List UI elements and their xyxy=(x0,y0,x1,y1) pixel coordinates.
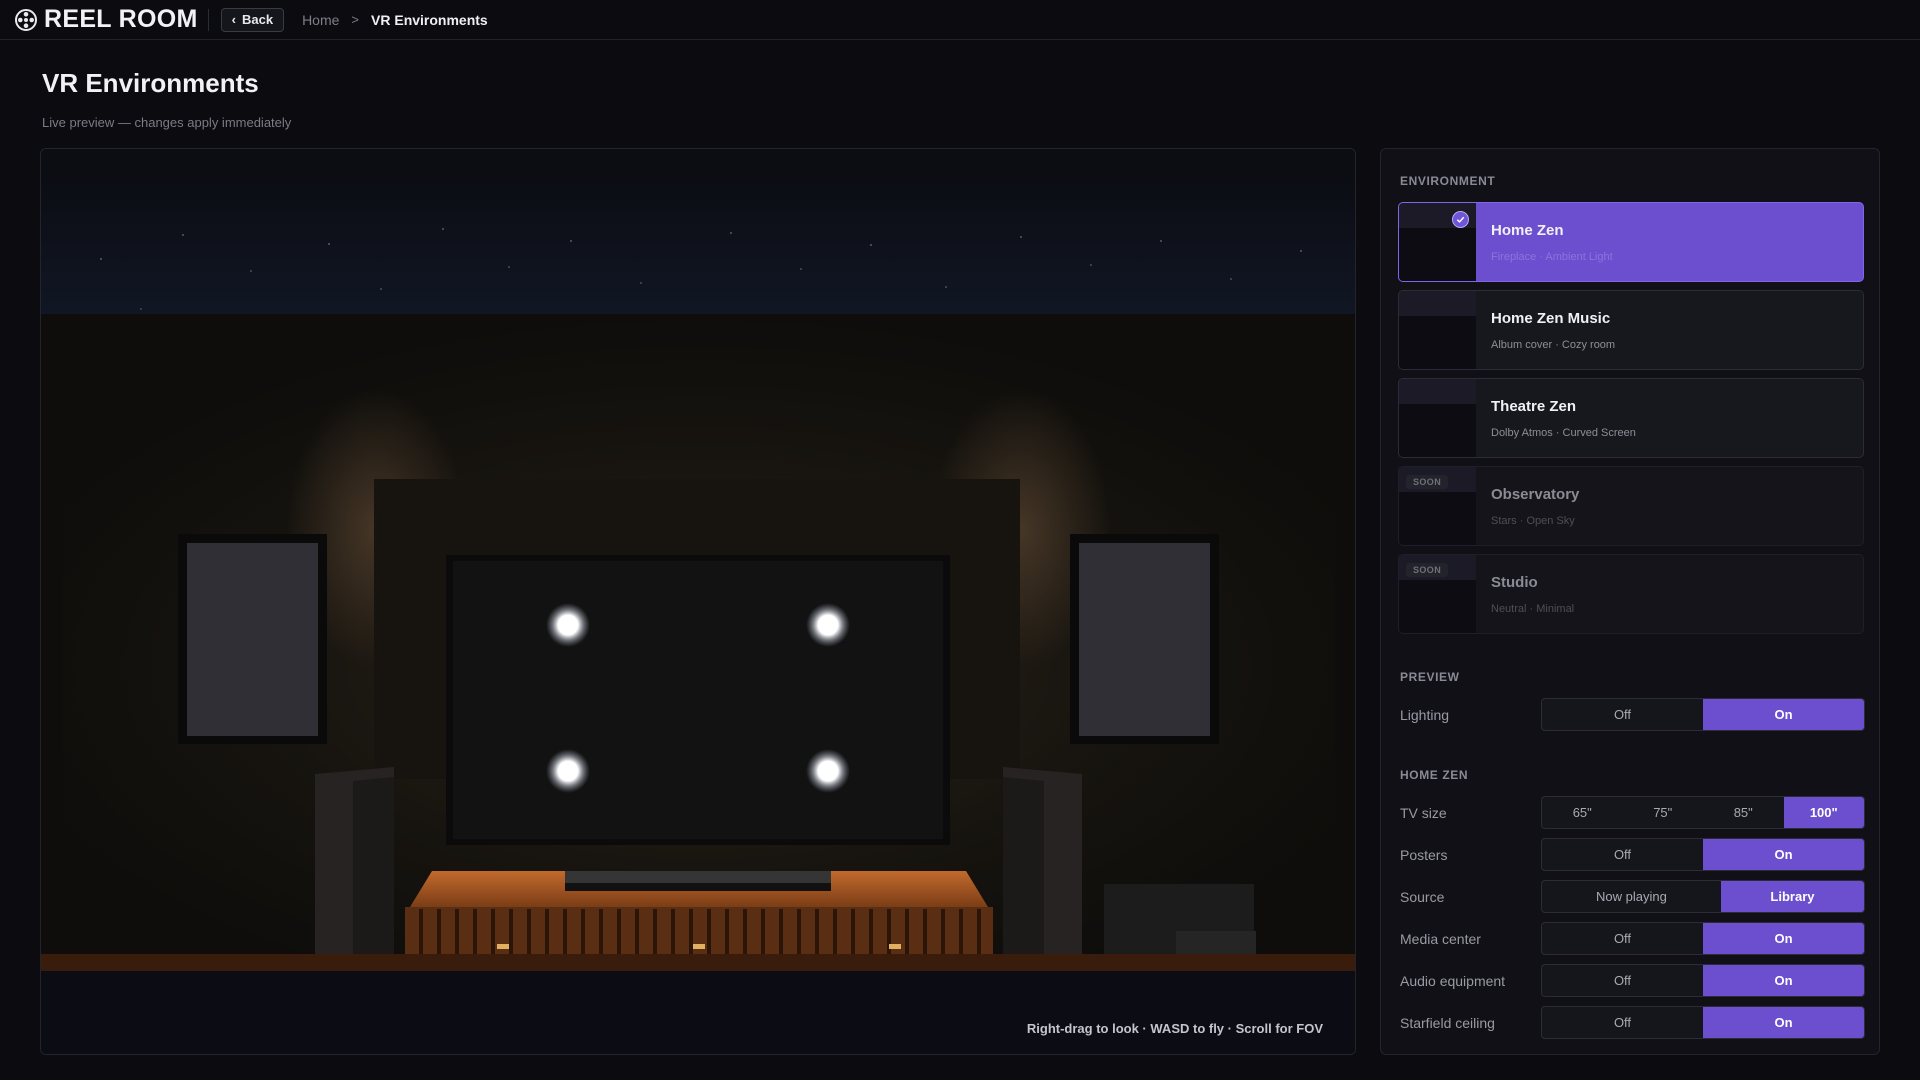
top-bar: REEL ROOM ‹ Back Home > VR Environments xyxy=(0,0,1920,40)
env-description: Dolby Atmos · Curved Screen xyxy=(1491,427,1636,439)
chevron-left-icon: ‹ xyxy=(231,12,236,27)
posters-label: Posters xyxy=(1400,847,1448,863)
env-name: Theatre Zen xyxy=(1491,398,1577,415)
starfield-ceiling-off-option[interactable]: Off xyxy=(1542,1007,1703,1038)
tv-size-selector: 65" 75" 85" 100" xyxy=(1541,796,1865,829)
audio-equipment-toggle: Off On xyxy=(1541,964,1865,997)
lighting-toggle: Off On xyxy=(1541,698,1865,731)
source-label: Source xyxy=(1400,889,1445,905)
media-center-on-option[interactable]: On xyxy=(1703,923,1864,954)
environment-section-label: ENVIRONMENT xyxy=(1400,174,1496,188)
starfield-ceiling-toggle: Off On xyxy=(1541,1006,1865,1039)
page-title: VR Environments xyxy=(42,68,259,98)
home-zen-section-label: HOME ZEN xyxy=(1400,768,1469,782)
env-card-home-zen[interactable]: Home Zen Fireplace · Ambient Light xyxy=(1398,202,1864,282)
env-card-observatory: SOON Observatory Stars · Open Sky xyxy=(1398,466,1864,546)
check-icon xyxy=(1452,211,1469,228)
audio-equipment-label: Audio equipment xyxy=(1400,973,1506,989)
env-name: Observatory xyxy=(1491,486,1580,503)
film-reel-icon xyxy=(15,8,37,31)
tv-size-75-option[interactable]: 75" xyxy=(1623,797,1704,828)
audio-equipment-on-option[interactable]: On xyxy=(1703,965,1864,996)
env-card-home-zen-music[interactable]: Home Zen Music Album cover · Cozy room xyxy=(1398,290,1864,370)
tv-size-65-option[interactable]: 65" xyxy=(1542,797,1623,828)
app-name: REEL ROOM xyxy=(44,5,198,33)
media-center-label: Media center xyxy=(1400,931,1481,947)
breadcrumb-home[interactable]: Home xyxy=(302,12,339,28)
posters-off-option[interactable]: Off xyxy=(1542,839,1703,870)
lighting-off-option[interactable]: Off xyxy=(1542,699,1703,730)
media-center-off-option[interactable]: Off xyxy=(1542,923,1703,954)
starfield-ceiling-on-option[interactable]: On xyxy=(1703,1007,1864,1038)
preview-section-label: PREVIEW xyxy=(1400,670,1460,684)
topbar-divider xyxy=(207,8,209,31)
source-toggle: Now playing Library xyxy=(1541,880,1865,913)
back-button-label: Back xyxy=(241,12,274,27)
env-description: Neutral · Minimal xyxy=(1491,603,1575,615)
env-name: Home Zen xyxy=(1491,222,1564,239)
env-thumbnail xyxy=(1399,379,1476,457)
env-description: Fireplace · Ambient Light xyxy=(1491,251,1613,263)
breadcrumb-separator: > xyxy=(351,12,360,27)
vr-preview-viewport[interactable]: Right-drag to look · WASD to fly · Scrol… xyxy=(40,148,1356,1055)
source-now-playing-option[interactable]: Now playing xyxy=(1542,881,1721,912)
back-button[interactable]: ‹ Back xyxy=(220,7,285,32)
floor xyxy=(41,971,1355,1054)
breadcrumb-current: VR Environments xyxy=(371,11,488,28)
room-scene xyxy=(41,149,1355,1054)
soon-badge: SOON xyxy=(1406,475,1449,489)
env-name: Studio xyxy=(1491,574,1538,591)
audio-equipment-off-option[interactable]: Off xyxy=(1542,965,1703,996)
env-thumbnail xyxy=(1399,291,1476,369)
env-description: Album cover · Cozy room xyxy=(1491,339,1616,351)
posters-toggle: Off On xyxy=(1541,838,1865,871)
starfield-ceiling-label: Starfield ceiling xyxy=(1400,1015,1495,1031)
tv-size-100-option[interactable]: 100" xyxy=(1783,797,1864,828)
settings-panel: ENVIRONMENT Home Zen Fireplace · Ambient… xyxy=(1380,148,1880,1055)
controls-hint: Right-drag to look · WASD to fly · Scrol… xyxy=(1026,1021,1323,1036)
soon-badge: SOON xyxy=(1406,563,1449,577)
app-logo[interactable]: REEL ROOM xyxy=(14,5,198,34)
lighting-label: Lighting xyxy=(1400,707,1450,723)
env-description: Stars · Open Sky xyxy=(1491,515,1575,527)
source-library-option[interactable]: Library xyxy=(1720,881,1864,912)
env-name: Home Zen Music xyxy=(1491,310,1611,327)
media-center-toggle: Off On xyxy=(1541,922,1865,955)
env-card-theatre-zen[interactable]: Theatre Zen Dolby Atmos · Curved Screen xyxy=(1398,378,1864,458)
env-card-studio: SOON Studio Neutral · Minimal xyxy=(1398,554,1864,634)
posters-on-option[interactable]: On xyxy=(1703,839,1864,870)
page-subtitle: Live preview — changes apply immediately xyxy=(42,115,292,130)
lighting-on-option[interactable]: On xyxy=(1703,699,1864,730)
tv-size-label: TV size xyxy=(1400,805,1447,821)
tv-size-85-option[interactable]: 85" xyxy=(1703,797,1784,828)
